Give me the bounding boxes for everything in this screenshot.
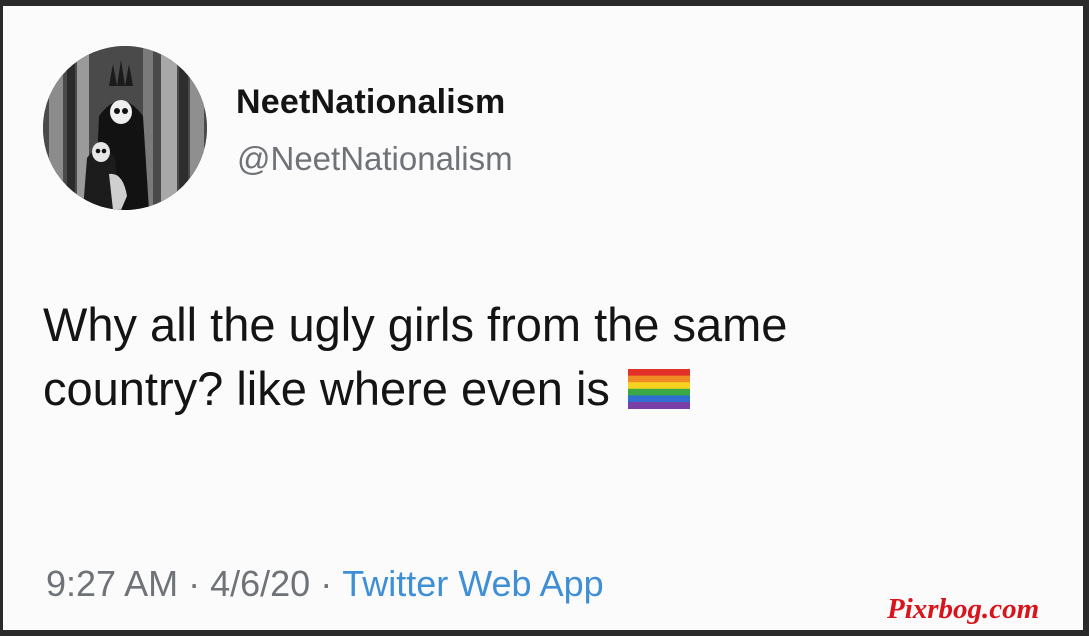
author-display-name[interactable]: NeetNationalism bbox=[236, 83, 505, 122]
tweet-text-line-2-text: country? like where even is bbox=[43, 362, 610, 415]
tweet-text-line-1: Why all the ugly girls from the same bbox=[43, 298, 788, 351]
tweet-card: NeetNationalism @NeetNationalism Why all… bbox=[3, 6, 1083, 630]
tweet-source-link[interactable]: Twitter Web App bbox=[342, 563, 603, 604]
screenshot-frame: NeetNationalism @NeetNationalism Why all… bbox=[0, 0, 1089, 636]
watermark: Pixrbog.com bbox=[887, 593, 1040, 625]
author-handle[interactable]: @NeetNationalism bbox=[237, 140, 513, 178]
separator: · bbox=[320, 563, 333, 604]
tweet-text-line-2: country? like where even is bbox=[43, 357, 1083, 421]
tweet-text: Why all the ugly girls from the same cou… bbox=[43, 293, 1083, 421]
separator: · bbox=[188, 563, 201, 604]
rainbow-flag-icon bbox=[627, 368, 690, 409]
avatar[interactable] bbox=[43, 46, 207, 210]
tweet-metadata: 9:27 AM · 4/6/20 · Twitter Web App bbox=[46, 563, 604, 605]
tweet-time[interactable]: 9:27 AM bbox=[46, 563, 178, 604]
avatar-image bbox=[43, 46, 207, 210]
tweet-date[interactable]: 4/6/20 bbox=[210, 563, 310, 604]
